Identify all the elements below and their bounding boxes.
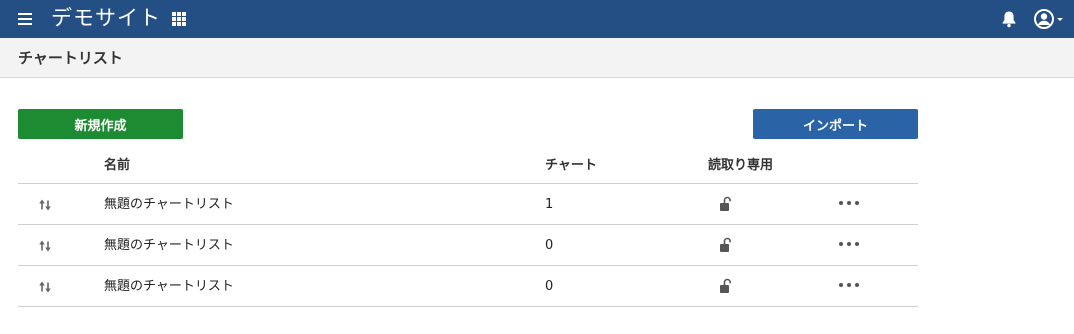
site-title[interactable]: デモサイト xyxy=(51,5,161,31)
row-chart-count: 0 xyxy=(545,238,554,253)
column-header-name: 名前 xyxy=(104,158,131,173)
bell-icon[interactable] xyxy=(1001,10,1017,28)
row-chart-count: 0 xyxy=(545,279,554,294)
table-header: 名前 チャート 読取り専用 xyxy=(18,148,918,184)
user-menu[interactable] xyxy=(1033,8,1069,30)
more-options-icon[interactable] xyxy=(839,281,859,289)
more-options-icon[interactable] xyxy=(839,240,859,248)
row-chart-count: 1 xyxy=(545,197,554,212)
column-header-charts: チャート xyxy=(545,158,597,173)
row-name[interactable]: 無題のチャートリスト xyxy=(104,278,234,296)
more-options-icon[interactable] xyxy=(839,199,859,207)
import-button[interactable]: インポート xyxy=(753,109,918,139)
row-name[interactable]: 無題のチャートリスト xyxy=(104,237,234,255)
sort-handle-icon[interactable] xyxy=(38,279,52,293)
apps-grid-icon[interactable] xyxy=(172,12,186,26)
chart-list-table: 名前 チャート 読取り専用 無題のチャートリスト 1 無題のチャートリスト 0 … xyxy=(18,148,918,307)
page-title: チャートリスト xyxy=(18,49,123,67)
unlock-icon[interactable] xyxy=(719,278,733,294)
table-row[interactable]: 無題のチャートリスト 0 xyxy=(18,225,918,266)
table-row[interactable]: 無題のチャートリスト 1 xyxy=(18,184,918,225)
top-navbar: デモサイト xyxy=(0,0,1074,38)
row-name[interactable]: 無題のチャートリスト xyxy=(104,196,234,214)
column-header-readonly: 読取り専用 xyxy=(708,158,774,173)
unlock-icon[interactable] xyxy=(719,196,733,212)
unlock-icon[interactable] xyxy=(719,237,733,253)
page-header: チャートリスト xyxy=(0,38,1074,78)
new-create-button[interactable]: 新規作成 xyxy=(18,109,183,139)
sort-handle-icon[interactable] xyxy=(38,197,52,211)
table-row[interactable]: 無題のチャートリスト 0 xyxy=(18,266,918,307)
sort-handle-icon[interactable] xyxy=(38,238,52,252)
hamburger-menu-icon[interactable] xyxy=(18,13,32,25)
